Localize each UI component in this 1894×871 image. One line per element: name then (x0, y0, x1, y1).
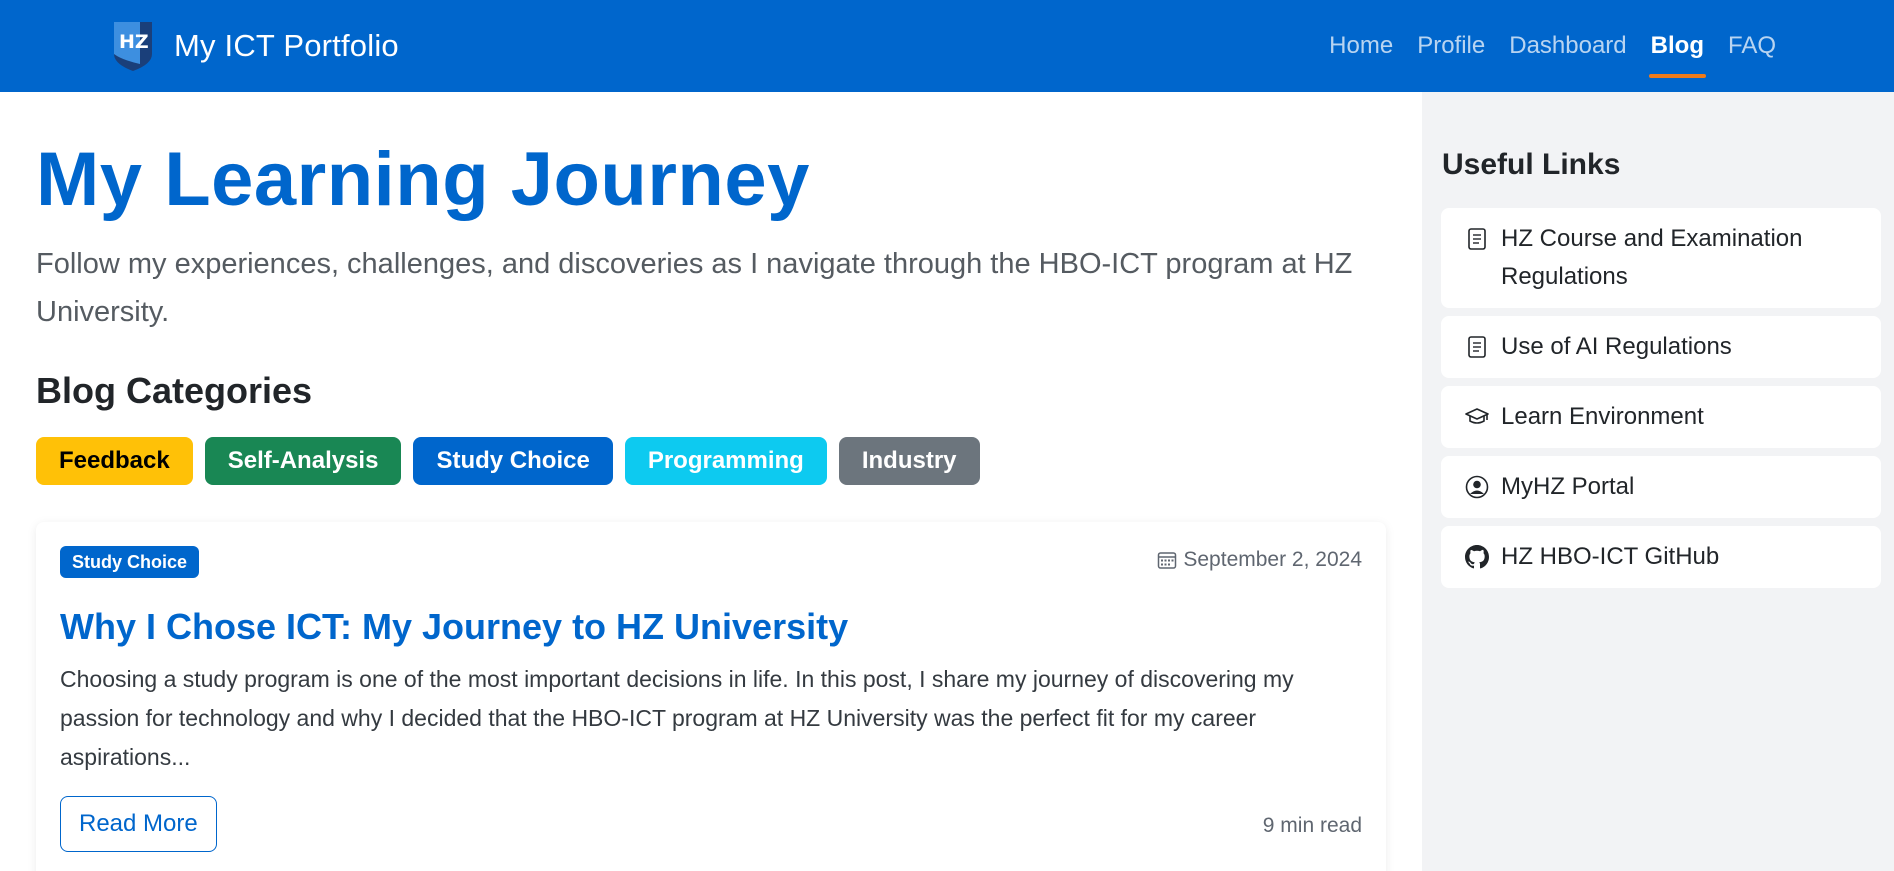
link-label: HZ Course and Examination Regulations (1501, 225, 1803, 290)
nav-blog[interactable]: Blog (1648, 0, 1707, 92)
brand-title: My ICT Portfolio (174, 28, 399, 63)
link-course-regulations[interactable]: HZ Course and Examination Regulations (1441, 208, 1881, 308)
top-navbar: HZ My ICT Portfolio Home Profile Dashboa… (0, 0, 1894, 92)
useful-links-list: HZ Course and Examination Regulations Us… (1441, 208, 1881, 596)
category-industry[interactable]: Industry (838, 437, 980, 485)
page-title: My Learning Journey (36, 137, 810, 222)
link-learn-environment[interactable]: Learn Environment (1441, 386, 1881, 448)
link-github[interactable]: HZ HBO-ICT GitHub (1441, 526, 1881, 588)
svg-text:HZ: HZ (119, 31, 149, 53)
post-category-badge[interactable]: Study Choice (60, 546, 200, 578)
post-date: September 2, 2024 (1157, 548, 1362, 572)
person-circle-icon (1465, 468, 1489, 506)
nav-faq[interactable]: FAQ (1728, 0, 1776, 92)
post-date-text: September 2, 2024 (1183, 548, 1362, 571)
document-icon (1465, 220, 1489, 258)
category-self-analysis[interactable]: Self-Analysis (204, 437, 402, 485)
page-lead: Follow my experiences, challenges, and d… (36, 248, 1353, 328)
category-study-choice[interactable]: Study Choice (413, 437, 613, 485)
post-read-time: 9 min read (1262, 814, 1362, 837)
category-programming[interactable]: Programming (624, 437, 827, 485)
post-excerpt: Choosing a study program is one of the m… (60, 666, 1294, 770)
github-icon (1465, 538, 1489, 576)
nav-profile[interactable]: Profile (1417, 0, 1485, 92)
nav-links: Home Profile Dashboard Blog FAQ (1305, 0, 1776, 92)
link-ai-regulations[interactable]: Use of AI Regulations (1441, 316, 1881, 378)
link-label: Use of AI Regulations (1501, 333, 1732, 360)
link-label: HZ HBO-ICT GitHub (1501, 543, 1720, 570)
category-feedback[interactable]: Feedback (36, 437, 193, 485)
nav-dashboard[interactable]: Dashboard (1509, 0, 1626, 92)
read-more-button[interactable]: Read More (60, 796, 217, 852)
hz-logo-icon: HZ (114, 22, 152, 71)
link-label: Learn Environment (1501, 403, 1704, 430)
blog-post-card: Study Choice September 2, 2024 Why I Cho… (36, 522, 1386, 871)
sidebar: Useful Links HZ Course and Examination R… (1422, 92, 1894, 871)
nav-home[interactable]: Home (1329, 0, 1393, 92)
post-title-link[interactable]: Why I Chose ICT: My Journey to HZ Univer… (60, 606, 848, 648)
graduation-cap-icon (1465, 398, 1489, 436)
sidebar-heading: Useful Links (1442, 148, 1621, 181)
brand-link[interactable]: HZ My ICT Portfolio (110, 20, 399, 72)
document-icon (1465, 328, 1489, 366)
main-content: My Learning Journey Follow my experience… (0, 92, 1422, 871)
link-label: MyHZ Portal (1501, 473, 1635, 500)
link-myhz-portal[interactable]: MyHZ Portal (1441, 456, 1881, 518)
category-list: Feedback Self-Analysis Study Choice Prog… (36, 437, 992, 485)
calendar-icon (1158, 552, 1177, 569)
categories-heading: Blog Categories (36, 370, 313, 411)
